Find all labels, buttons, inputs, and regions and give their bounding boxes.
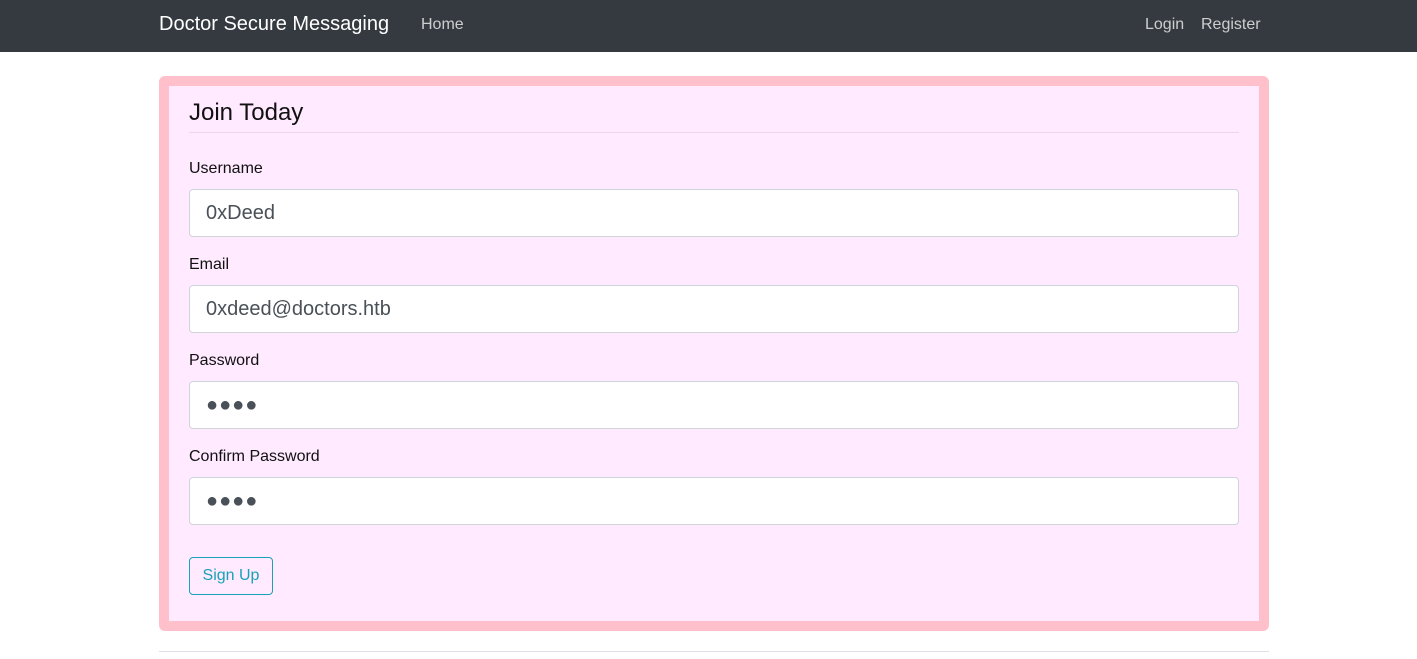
password-label: Password	[189, 352, 260, 369]
password-input[interactable]: ●●●●	[189, 381, 1239, 429]
nav-register-link[interactable]: Register	[1201, 15, 1261, 35]
form-legend: Join Today	[189, 99, 304, 126]
username-input[interactable]: 0xDeed	[189, 189, 1239, 237]
legend-divider	[189, 132, 1239, 133]
nav-login-link[interactable]: Login	[1145, 15, 1184, 35]
nav-home-link[interactable]: Home	[421, 15, 464, 35]
sign-up-button[interactable]: Sign Up	[189, 557, 273, 595]
brand-link[interactable]: Doctor Secure Messaging	[159, 12, 389, 36]
top-navbar: Doctor Secure Messaging Home Login Regis…	[0, 0, 1417, 52]
email-input[interactable]: 0xdeed@doctors.htb	[189, 285, 1239, 333]
footer-divider	[159, 651, 1269, 652]
confirm-password-input[interactable]: ●●●●	[189, 477, 1239, 525]
email-label: Email	[189, 256, 230, 273]
username-label: Username	[189, 160, 263, 177]
registration-card: Join Today Username 0xDeed Email 0xdeed@…	[159, 76, 1269, 631]
confirm-password-label: Confirm Password	[189, 448, 320, 465]
